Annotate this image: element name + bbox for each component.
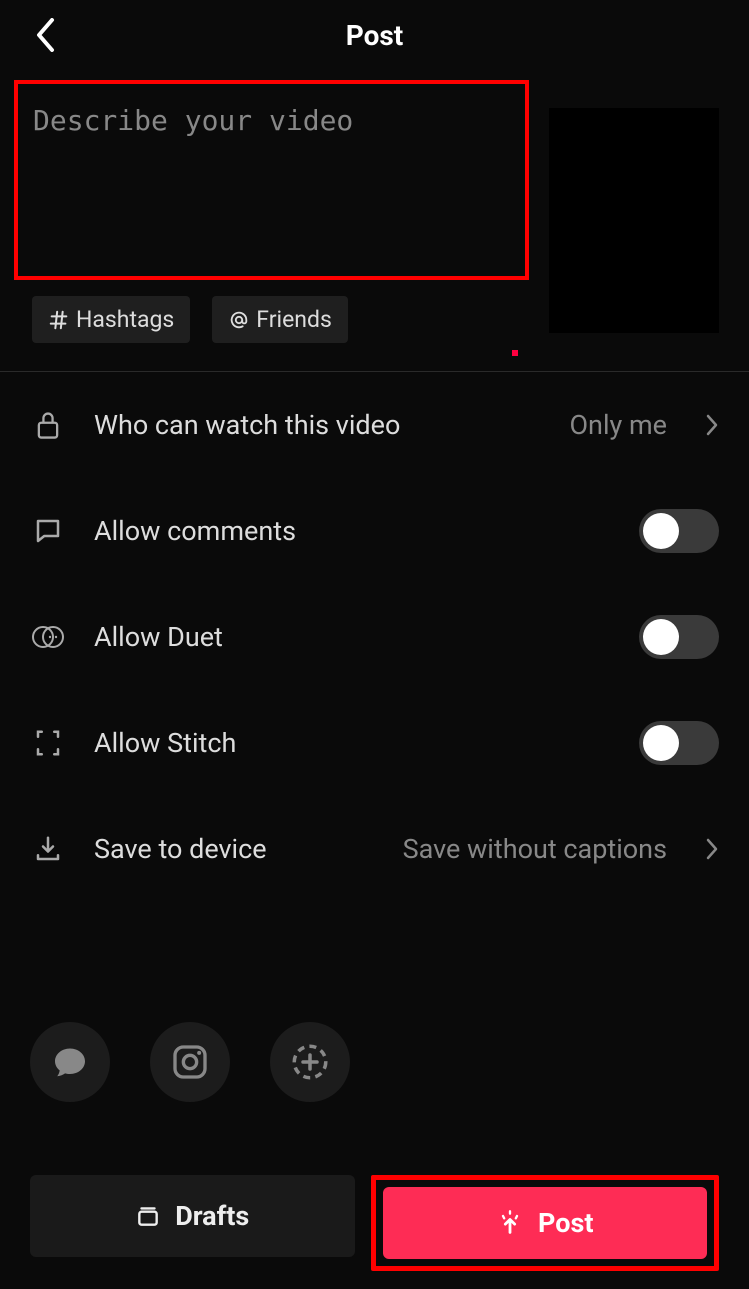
duet-label: Allow Duet xyxy=(94,621,611,653)
back-button[interactable] xyxy=(30,20,60,50)
video-thumbnail[interactable] xyxy=(549,108,719,333)
at-icon xyxy=(228,309,250,331)
friends-chip[interactable]: Friends xyxy=(212,296,348,343)
post-button[interactable]: Post xyxy=(383,1187,708,1259)
post-label: Post xyxy=(538,1207,593,1239)
privacy-label: Who can watch this video xyxy=(94,409,541,441)
privacy-value: Only me xyxy=(569,409,667,441)
hashtags-label: Hashtags xyxy=(76,306,174,333)
add-circle-dashed-icon xyxy=(289,1041,331,1083)
stitch-toggle[interactable] xyxy=(639,721,719,765)
share-add-button[interactable] xyxy=(270,1022,350,1102)
share-row xyxy=(0,902,749,1102)
header: Post xyxy=(0,0,749,70)
duet-row: Allow Duet xyxy=(30,584,719,690)
share-message-button[interactable] xyxy=(30,1022,110,1102)
stitch-icon xyxy=(33,728,63,758)
chevron-right-icon xyxy=(705,837,719,861)
drafts-icon xyxy=(135,1203,161,1229)
caption-area: Hashtags Friends xyxy=(0,70,749,343)
caption-input[interactable] xyxy=(14,80,529,280)
save-label: Save to device xyxy=(94,833,375,865)
chat-bubble-icon xyxy=(51,1044,89,1080)
hashtag-icon xyxy=(48,309,70,331)
indicator-dot xyxy=(512,350,518,356)
bottom-bar: Drafts Post xyxy=(30,1175,719,1271)
duet-toggle[interactable] xyxy=(639,615,719,659)
download-icon xyxy=(33,834,63,864)
chevron-left-icon xyxy=(35,18,55,52)
privacy-row[interactable]: Who can watch this video Only me xyxy=(30,372,719,478)
friends-label: Friends xyxy=(256,306,332,333)
settings-list: Who can watch this video Only me Allow c… xyxy=(0,372,749,902)
comment-icon xyxy=(33,516,63,546)
comments-row: Allow comments xyxy=(30,478,719,584)
share-instagram-button[interactable] xyxy=(150,1022,230,1102)
lock-icon xyxy=(34,409,62,441)
save-row[interactable]: Save to device Save without captions xyxy=(30,796,719,902)
post-highlight: Post xyxy=(371,1175,720,1271)
stitch-label: Allow Stitch xyxy=(94,727,611,759)
comments-toggle[interactable] xyxy=(639,509,719,553)
drafts-label: Drafts xyxy=(175,1200,249,1232)
comments-label: Allow comments xyxy=(94,515,611,547)
save-value: Save without captions xyxy=(403,833,667,865)
stitch-row: Allow Stitch xyxy=(30,690,719,796)
chevron-right-icon xyxy=(705,413,719,437)
duet-icon xyxy=(31,624,65,650)
instagram-icon xyxy=(170,1042,210,1082)
hashtags-chip[interactable]: Hashtags xyxy=(32,296,190,343)
sparkle-up-icon xyxy=(496,1209,524,1237)
page-title: Post xyxy=(346,19,404,52)
drafts-button[interactable]: Drafts xyxy=(30,1175,355,1257)
